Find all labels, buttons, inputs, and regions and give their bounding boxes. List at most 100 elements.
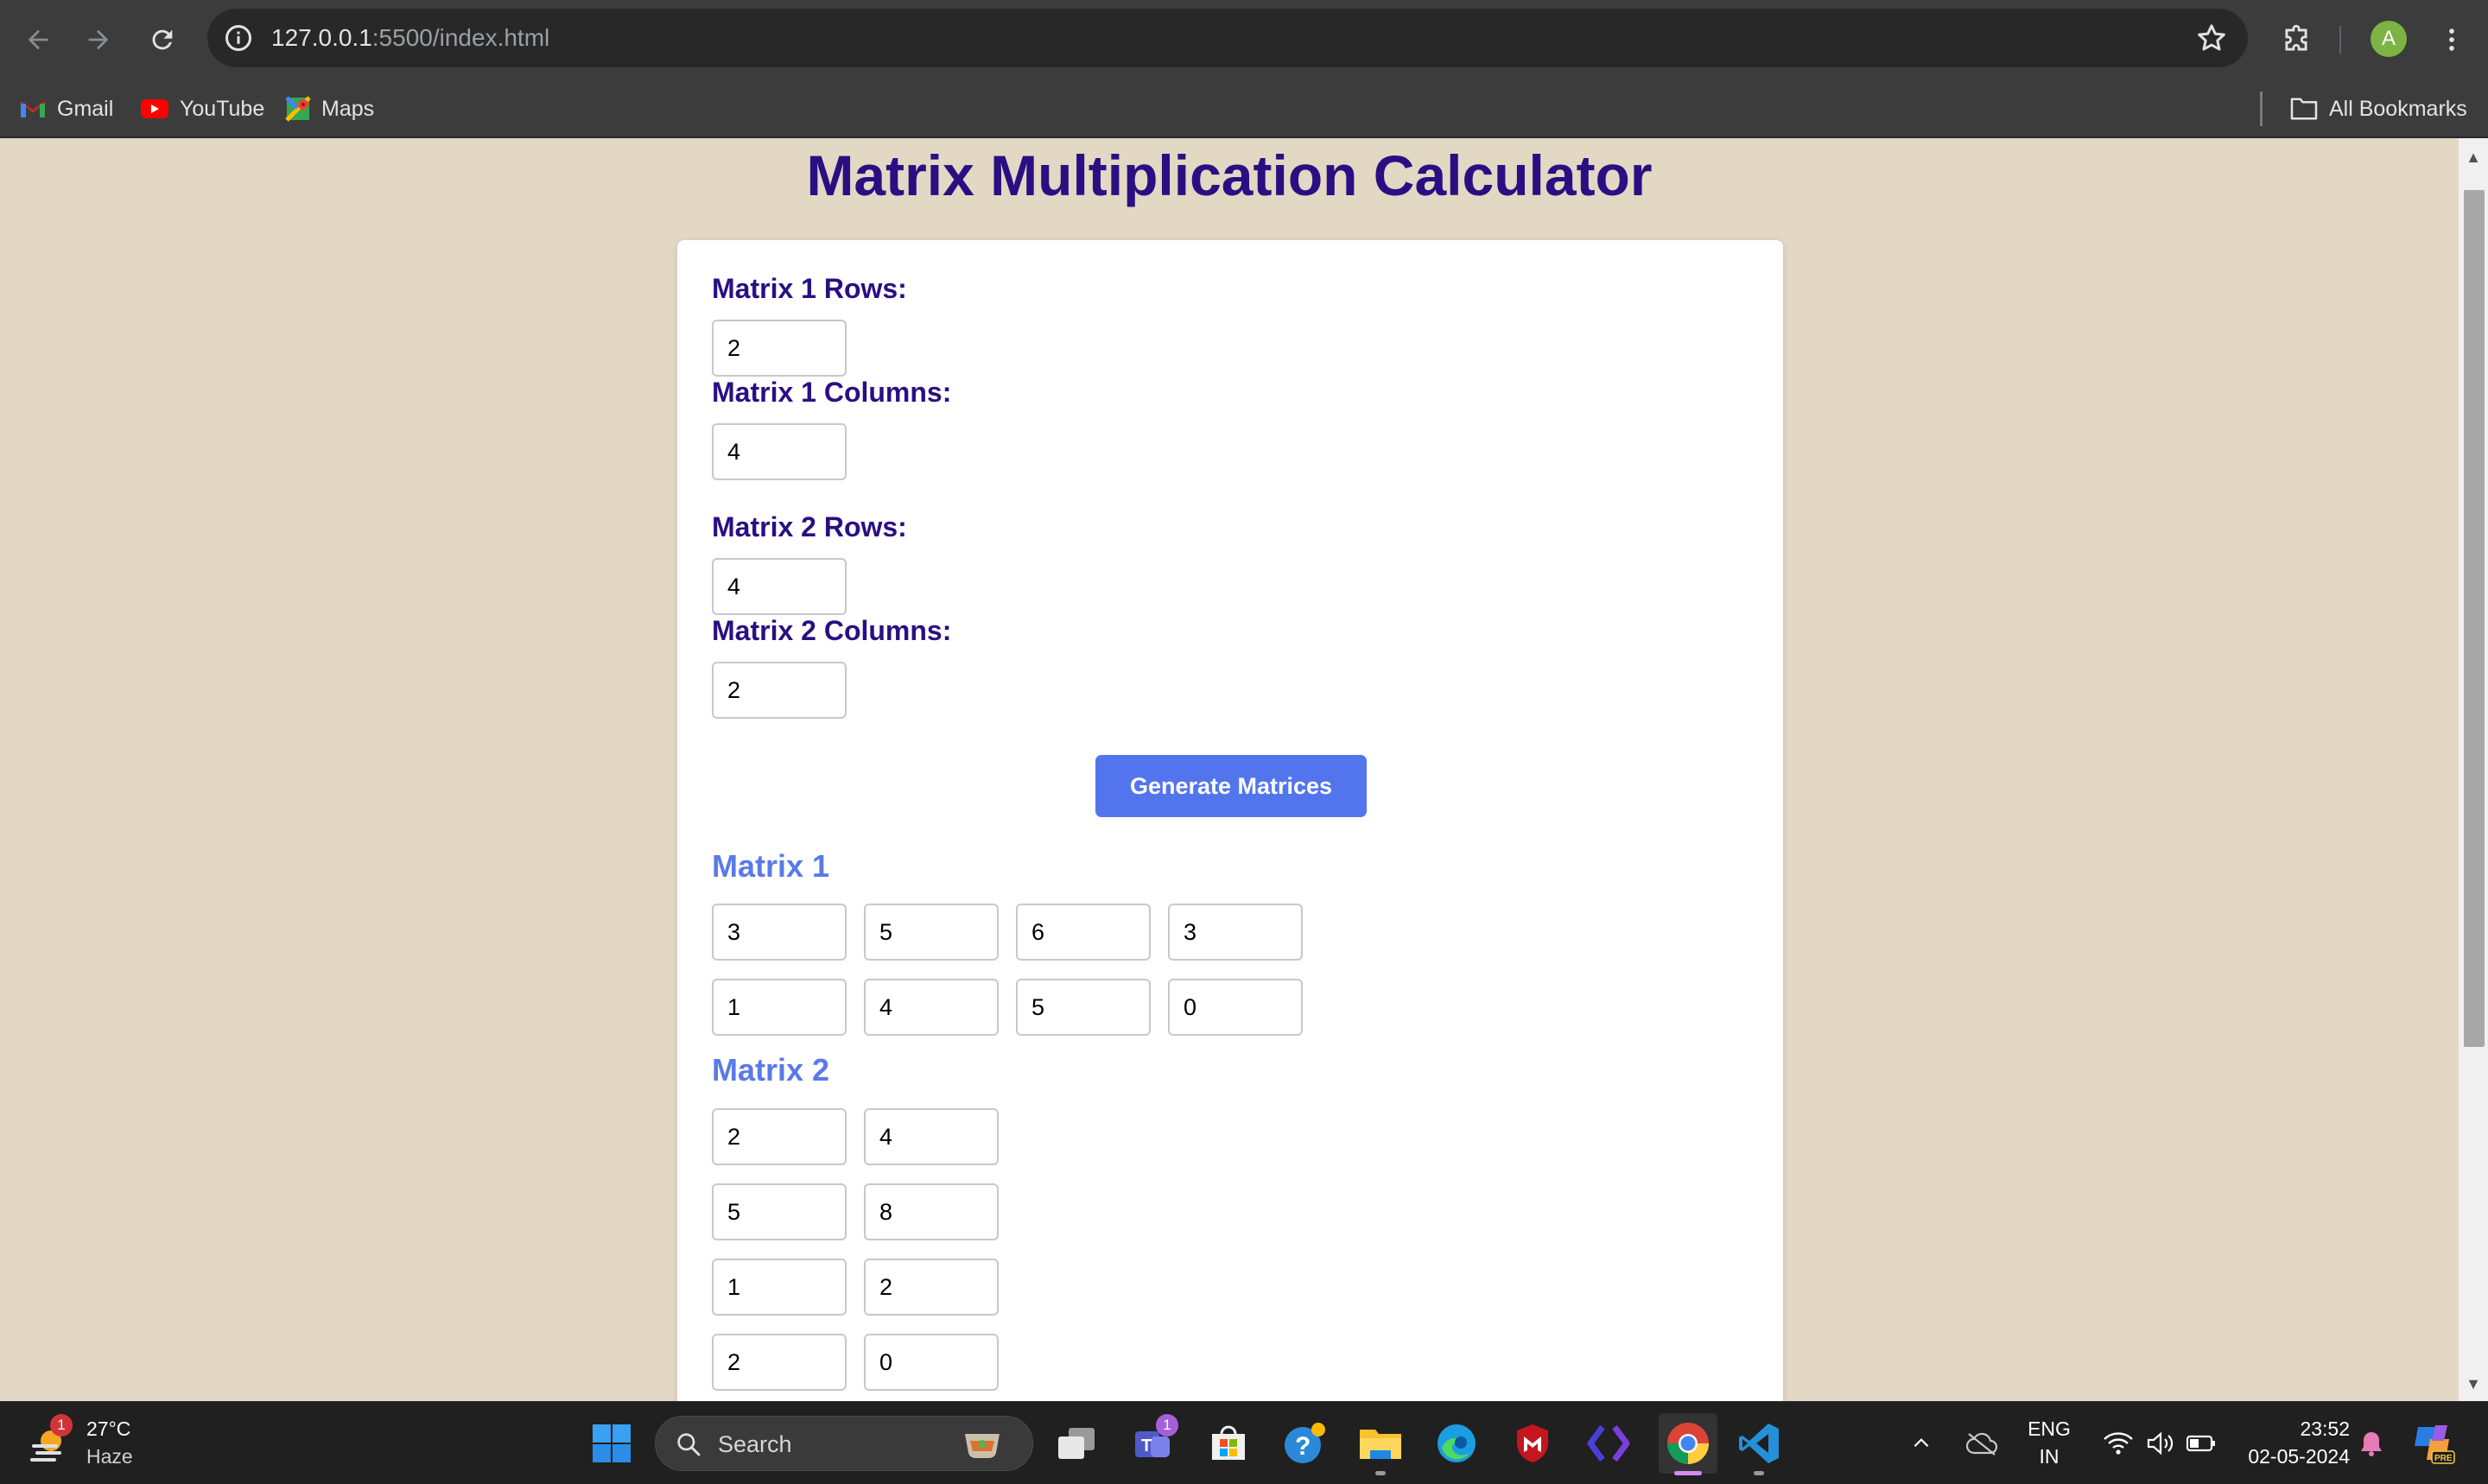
bookmark-label: Maps [321,96,375,121]
bookmark-maps[interactable]: Maps [285,90,374,128]
running-indicator [1754,1471,1764,1475]
matrix1-cell[interactable] [712,979,847,1036]
region-indicator[interactable]: IN [2016,1445,2082,1468]
matrix2-cols-label: Matrix 2 Columns: [712,615,952,646]
matrix1-cell[interactable] [864,979,999,1036]
folder-icon [1360,1430,1401,1459]
forward-button[interactable] [78,19,119,60]
more-vert-icon [2449,29,2454,51]
quick-settings[interactable] [2091,1417,2229,1469]
volume-icon [2147,1431,2174,1455]
chevron-up-icon [1914,1438,1929,1448]
matrix1-cell[interactable] [1016,979,1151,1036]
page-scrollbar[interactable]: ▲ ▼ [2459,138,2488,1401]
matrix2-title: Matrix 2 [712,1052,830,1088]
browser-menu-button[interactable] [2431,19,2472,60]
profile-avatar[interactable]: A [2371,21,2407,57]
search-highlight-icon [965,1434,1000,1459]
microsoft-store-app[interactable] [1203,1417,1254,1469]
task-view-icon [1058,1428,1095,1459]
clock-time[interactable]: 23:52 [2232,1417,2350,1441]
reload-button[interactable] [142,19,183,60]
puzzle-icon [2285,24,2307,51]
matrix2-cell[interactable] [712,1183,847,1240]
folder-icon [2290,98,2318,120]
maps-icon [285,96,311,122]
store-icon [1212,1425,1245,1460]
bookmark-gmail[interactable]: Gmail [19,90,113,128]
bookmark-star-icon[interactable] [2194,21,2229,55]
matrix2-cell[interactable] [712,1108,847,1165]
weather-description: Haze [86,1445,133,1468]
bookmark-label: YouTube [180,96,265,121]
matrix1-cell[interactable] [1168,904,1303,961]
get-help-app[interactable]: ? [1279,1417,1330,1469]
all-bookmarks-label: All Bookmarks [2329,96,2467,121]
language-indicator[interactable]: ENG [2016,1417,2082,1441]
search-label: Search [718,1431,792,1457]
mcafee-app[interactable] [1507,1417,1558,1469]
bookmark-label: Gmail [57,96,114,121]
browser-toolbar: 127.0.0.1:5500/index.html A [0,0,2488,79]
copilot-button[interactable]: PRE [2407,1417,2459,1469]
code-brackets-icon [1587,1424,1630,1462]
page-title: Matrix Multiplication Calculator [806,143,1653,207]
matrix2-cols-input[interactable] [712,662,847,719]
edge-icon [1438,1424,1476,1462]
matrix2-rows-label: Matrix 2 Rows: [712,511,907,542]
clock-date[interactable]: 02-05-2024 [2232,1445,2350,1468]
matrix1-cell[interactable] [1168,979,1303,1036]
copilot-icon: PRE [2415,1425,2455,1464]
url-text: 127.0.0.1:5500/index.html [271,24,550,51]
chrome-app[interactable] [1659,1413,1717,1474]
reload-icon [152,29,173,50]
matrix1-cols-input[interactable] [712,423,847,480]
file-explorer-app[interactable] [1355,1417,1406,1469]
matrix1-cols-label: Matrix 1 Columns: [712,377,952,408]
matrix2-cell[interactable] [864,1334,999,1391]
vscode-icon [1739,1424,1779,1463]
weather-temperature: 27°C [86,1417,131,1440]
dev-tool-app[interactable] [1583,1417,1634,1469]
windows-logo-icon [593,1424,631,1462]
forward-arrow-icon [88,29,109,50]
calculator-card: Matrix 1 Rows: Matrix 1 Columns: Matrix … [677,240,1783,1401]
generate-matrices-button[interactable]: Generate Matrices [1095,755,1367,817]
site-info-icon[interactable] [223,22,254,54]
notifications-button[interactable] [2348,1417,2395,1469]
vscode-app[interactable] [1733,1417,1785,1469]
gmail-icon [20,101,46,117]
bookmark-youtube[interactable]: YouTube [140,90,264,128]
bookmarks-bar: Gmail YouTube Maps All Bookmarks [0,79,2488,138]
matrix1-cell[interactable] [712,904,847,961]
matrix2-cell[interactable] [864,1259,999,1316]
scroll-up-icon[interactable]: ▲ [2459,143,2488,171]
matrix2-cell[interactable] [864,1183,999,1240]
svg-text:?: ? [1295,1432,1311,1461]
matrix1-rows-input[interactable] [712,320,847,377]
matrix2-cell[interactable] [712,1259,847,1316]
matrix2-cell[interactable] [712,1334,847,1391]
all-bookmarks-button[interactable]: All Bookmarks [2289,90,2467,128]
onedrive-status[interactable] [1958,1417,2006,1469]
address-bar[interactable]: 127.0.0.1:5500/index.html [207,9,2248,67]
edge-app[interactable] [1431,1417,1482,1469]
matrix2-rows-input[interactable] [712,558,847,615]
matrix1-title: Matrix 1 [712,848,830,884]
extensions-button[interactable] [2275,19,2317,60]
svg-text:T: T [1141,1436,1152,1455]
start-button[interactable] [586,1417,638,1469]
back-arrow-icon [28,29,48,50]
show-hidden-icons[interactable] [1901,1417,1942,1469]
matrix2-cell[interactable] [864,1108,999,1165]
back-button[interactable] [17,19,59,60]
svg-text:PRE: PRE [2434,1454,2453,1463]
scroll-down-icon[interactable]: ▼ [2459,1370,2488,1398]
taskbar-search[interactable]: Search [655,1416,1033,1471]
toolbar-divider [2339,26,2341,54]
windows-taskbar: 1 27°C Haze Search T 1 ? ENG IN 23:52 02… [0,1401,2488,1484]
task-view-button[interactable] [1050,1417,1102,1469]
matrix1-cell[interactable] [864,904,999,961]
matrix1-cell[interactable] [1016,904,1151,961]
scrollbar-thumb[interactable] [2464,190,2485,1047]
